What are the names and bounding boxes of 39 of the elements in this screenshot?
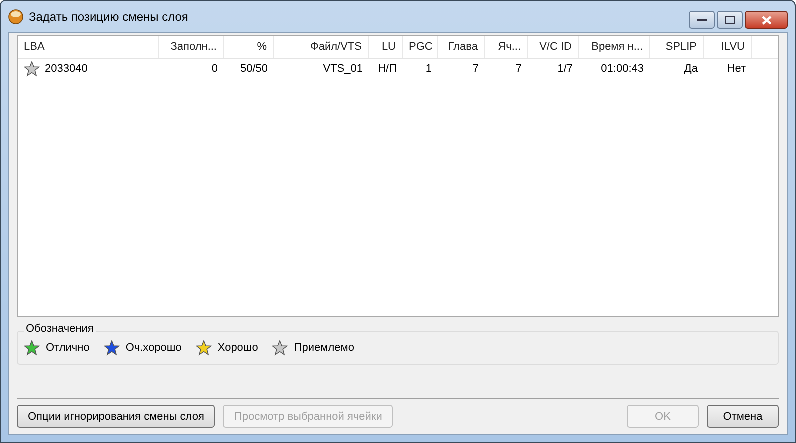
column-header[interactable]: Заполн...	[159, 36, 224, 58]
column-header[interactable]: PGC	[403, 36, 438, 58]
close-icon	[762, 16, 772, 24]
minimize-icon	[697, 18, 707, 22]
table-cell: 1/7	[558, 63, 573, 75]
close-button[interactable]	[745, 11, 788, 29]
table-cell: 50/50	[240, 63, 268, 75]
column-header[interactable]: Яч...	[485, 36, 528, 58]
column-header[interactable]: Время н...	[579, 36, 650, 58]
legend-label: Отлично	[46, 342, 90, 354]
table-cell: Н/П	[378, 63, 397, 75]
column-header[interactable]: Файл/VTS	[274, 36, 369, 58]
maximize-button[interactable]	[717, 11, 743, 29]
column-header[interactable]: Глава	[438, 36, 485, 58]
dialog-button[interactable]: Отмена	[707, 405, 779, 428]
table-cell: 0	[212, 63, 218, 75]
legend-title: Обозначения	[24, 323, 96, 335]
column-header[interactable]: V/C ID	[528, 36, 579, 58]
column-header[interactable]: %	[224, 36, 274, 58]
table-cell: 7	[516, 63, 522, 75]
table-cell: 1	[426, 63, 432, 75]
minimize-button[interactable]	[689, 11, 715, 29]
window-title: Задать позицию смены слоя	[29, 10, 188, 24]
table-cell: Нет	[727, 63, 746, 75]
app-icon	[8, 8, 24, 24]
column-header[interactable]: LU	[369, 36, 403, 58]
legend-label: Оч.хорошо	[126, 342, 182, 354]
table-cell: 01:00:43	[601, 63, 644, 75]
table-cell: 7	[472, 63, 479, 75]
column-header[interactable]: SPLIP	[650, 36, 704, 58]
table-cell: VTS_01	[323, 63, 363, 75]
maximize-icon	[725, 16, 735, 24]
legend-label: Хорошо	[218, 342, 258, 354]
table-cell: 2033040	[45, 63, 88, 75]
dialog-button[interactable]: Опции игнорирования смены слоя	[17, 405, 216, 428]
column-header[interactable]: LBA	[18, 36, 159, 58]
legend-label: Приемлемо	[294, 342, 354, 354]
column-header[interactable]: ILVU	[704, 36, 752, 58]
table-cell: Да	[684, 63, 698, 75]
